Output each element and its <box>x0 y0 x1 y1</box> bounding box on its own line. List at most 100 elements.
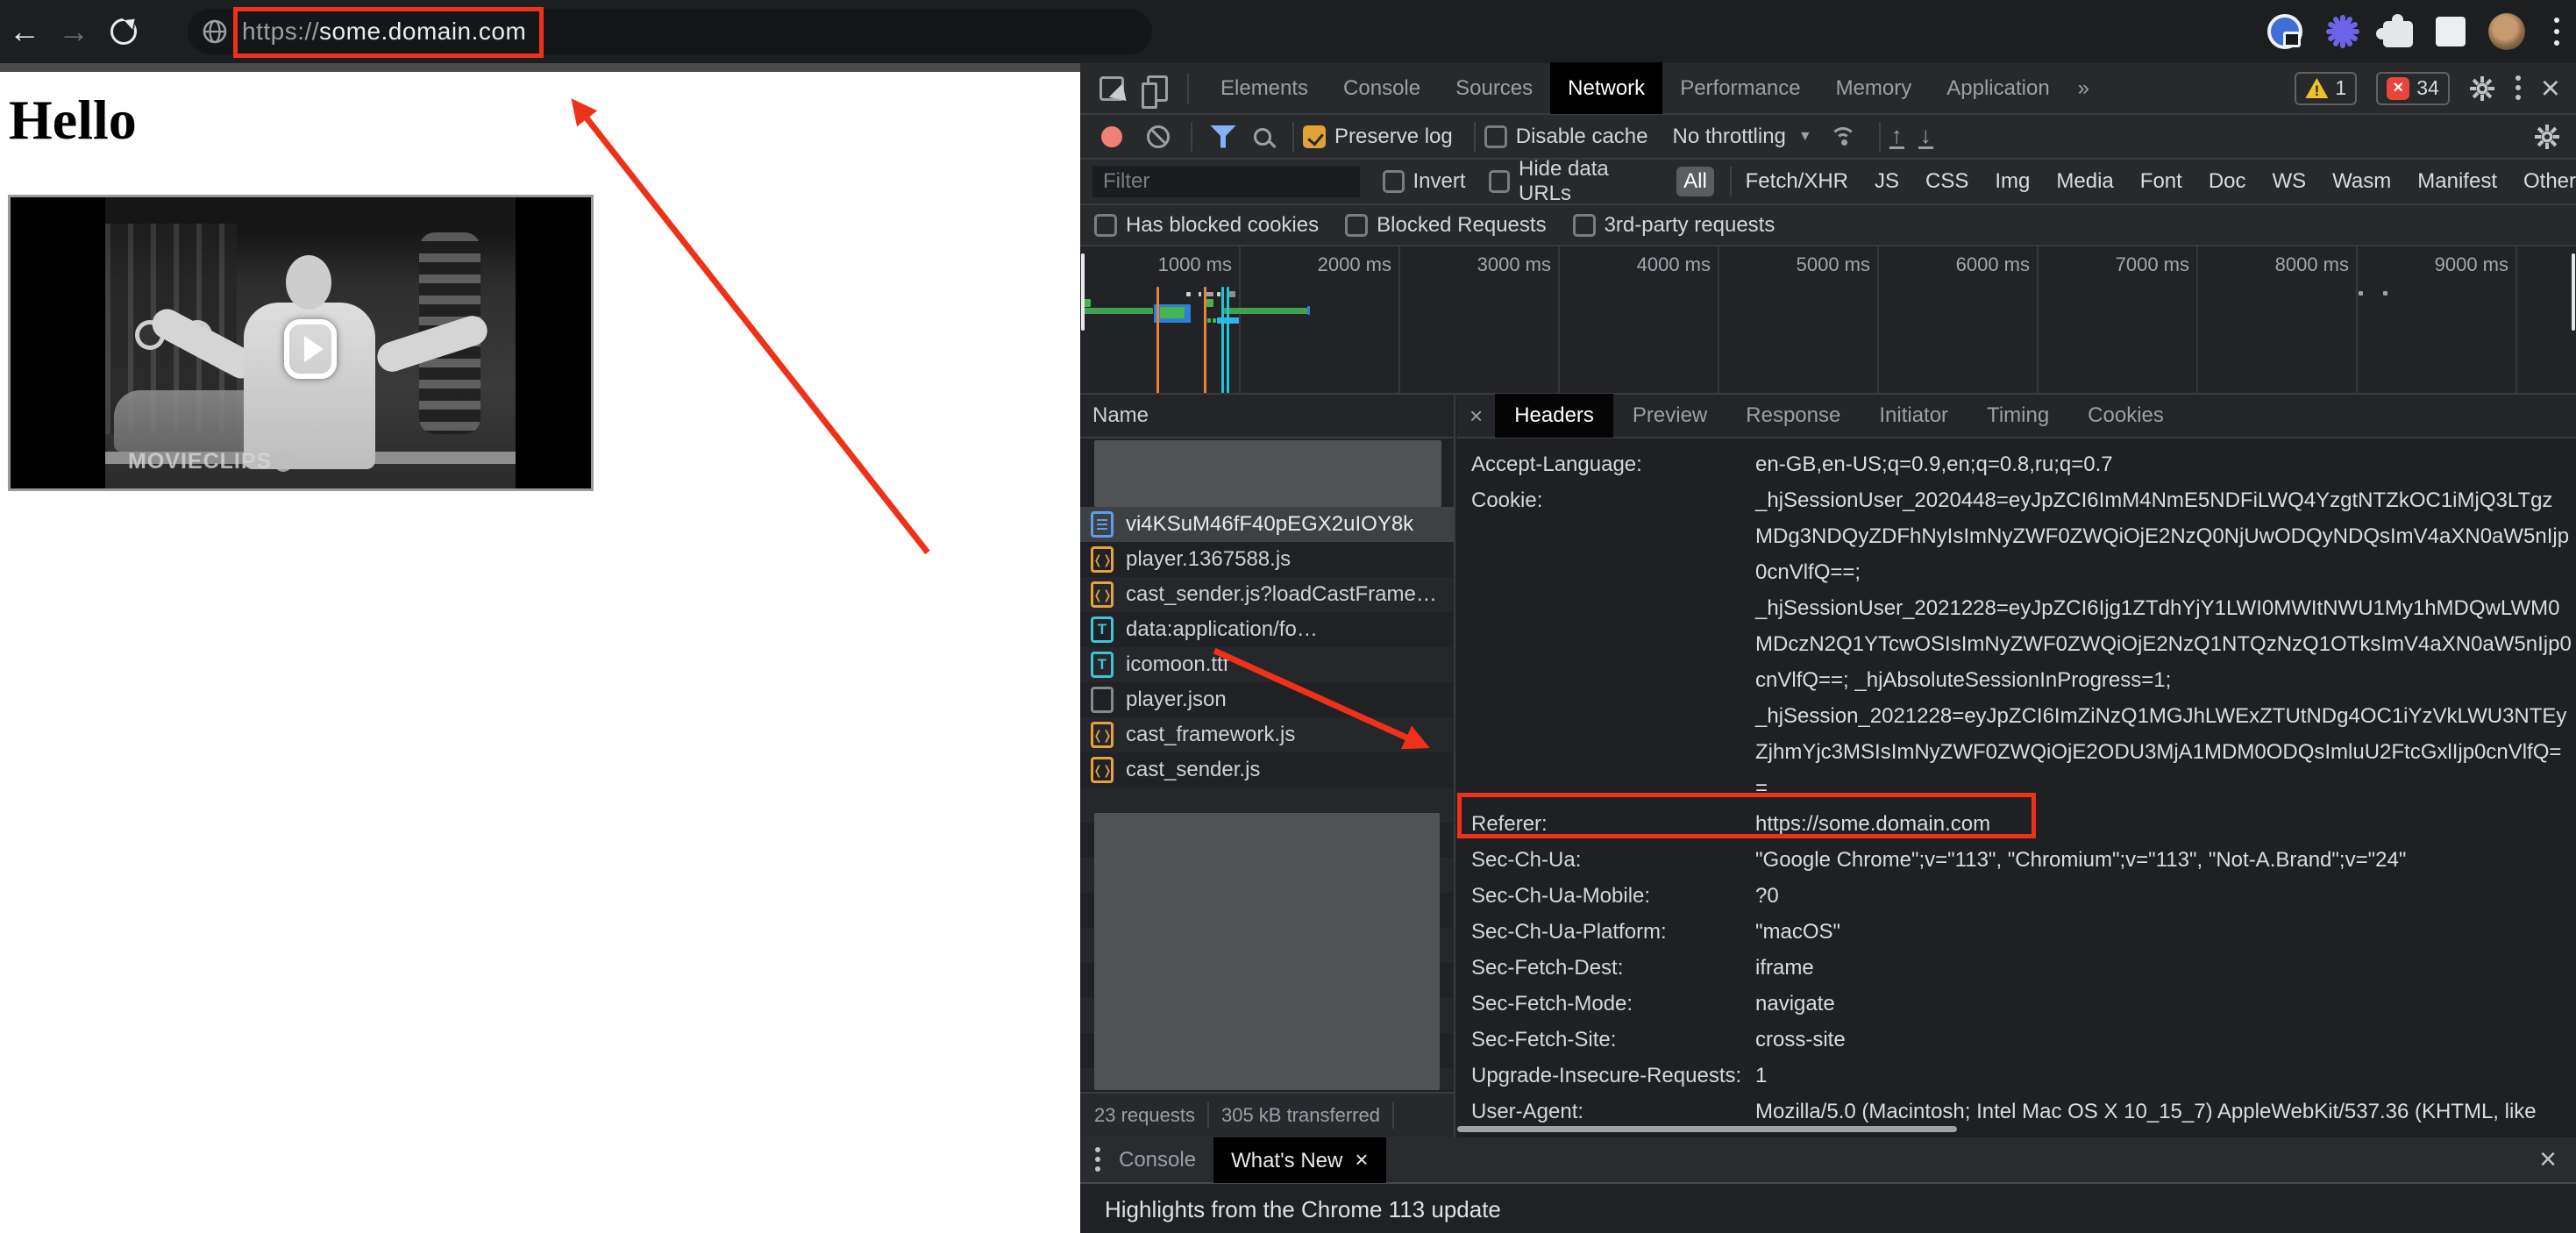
page-top-strip <box>0 63 1080 72</box>
filter-type-manifest[interactable]: Manifest <box>2417 169 2497 194</box>
drawer-tab-console[interactable]: Console <box>1101 1137 1213 1183</box>
filter-input[interactable]: Filter <box>1092 166 1360 197</box>
invert-checkbox[interactable] <box>1383 170 1404 193</box>
request-row[interactable]: T data:application/fo… <box>1080 612 1454 647</box>
export-har-icon[interactable]: ↓ <box>1918 124 1933 149</box>
devtools-tabbar: Elements Console Sources Network Perform… <box>1080 63 2576 115</box>
throttling-select[interactable]: No throttling <box>1672 125 1785 149</box>
filter-type-ws[interactable]: WS <box>2273 169 2307 194</box>
import-har-icon[interactable]: ↑ <box>1889 124 1904 149</box>
filter-type-doc[interactable]: Doc <box>2209 169 2246 194</box>
drawer-close-icon[interactable]: × <box>2539 1143 2576 1177</box>
drawer-tab-whats-new[interactable]: What's New× <box>1213 1137 1385 1183</box>
more-tabs-icon[interactable]: » <box>2067 76 2100 101</box>
tab-performance[interactable]: Performance <box>1662 62 1818 114</box>
preserve-log-label: Preserve log <box>1334 125 1453 149</box>
tab-memory[interactable]: Memory <box>1818 62 1930 114</box>
tab-console[interactable]: Console <box>1326 62 1438 114</box>
whats-new-headline[interactable]: Highlights from the Chrome 113 update <box>1105 1196 1501 1223</box>
reload-icon[interactable] <box>110 18 137 45</box>
tab-network[interactable]: Network <box>1550 62 1662 114</box>
filter-type-img[interactable]: Img <box>1995 169 2030 194</box>
request-count: 23 requests <box>1094 1104 1195 1127</box>
filter-type-fetch-xhr[interactable]: Fetch/XHR <box>1746 169 1848 194</box>
inspect-element-icon[interactable] <box>1099 76 1124 101</box>
network-conditions-icon[interactable] <box>1828 125 1858 148</box>
overview-right-handle[interactable] <box>2572 253 2575 331</box>
play-icon[interactable] <box>284 319 337 379</box>
network-settings-gear-icon[interactable] <box>2534 124 2560 150</box>
tab-initiator[interactable]: Initiator <box>1860 394 1968 438</box>
filter-type-other[interactable]: Other <box>2523 169 2576 194</box>
third-party-requests-label: 3rd-party requests <box>1605 213 1775 238</box>
timeline-tick: 8000 ms <box>2224 253 2349 276</box>
devtools-menu-icon[interactable] <box>2515 74 2522 103</box>
document-icon <box>1091 511 1114 538</box>
script-icon: ❬❭ <box>1091 757 1114 783</box>
profile-avatar[interactable] <box>2488 13 2525 50</box>
network-main: Name vi4KSuM46fF40pEGX2uIOY8k ❬❭ player.… <box>1080 395 2576 1137</box>
tab-cookies[interactable]: Cookies <box>2068 394 2183 438</box>
browser-menu-icon[interactable] <box>2553 14 2560 49</box>
horizontal-scrollbar[interactable] <box>1457 1126 1957 1132</box>
domcontentloaded-marker <box>1156 287 1159 395</box>
disable-cache-label: Disable cache <box>1516 125 1648 149</box>
search-icon[interactable] <box>1254 128 1271 146</box>
filter-type-font[interactable]: Font <box>2140 169 2182 194</box>
password-extension-icon[interactable] <box>2267 14 2302 49</box>
network-overview-timeline[interactable]: 1000 ms 2000 ms 3000 ms 4000 ms 5000 ms … <box>1080 246 2576 395</box>
filter-type-css[interactable]: CSS <box>1925 169 1968 194</box>
request-row[interactable]: ❬❭ cast_framework.js <box>1080 717 1454 752</box>
request-row[interactable]: T icomoon.ttf <box>1080 647 1454 682</box>
timeline-tick: 9000 ms <box>2384 253 2508 276</box>
filter-type-all[interactable]: All <box>1676 167 1714 196</box>
overview-left-handle[interactable] <box>1081 253 1085 331</box>
tab-headers[interactable]: Headers <box>1495 394 1613 438</box>
filter-type-wasm[interactable]: Wasm <box>2332 169 2391 194</box>
forward-icon[interactable]: → <box>49 13 98 50</box>
tab-preview[interactable]: Preview <box>1613 394 1726 438</box>
extensions-puzzle-icon[interactable] <box>2383 21 2413 47</box>
tab-timing[interactable]: Timing <box>1968 394 2068 438</box>
tab-elements[interactable]: Elements <box>1203 62 1326 114</box>
request-row[interactable]: ❬❭ player.1367588.js <box>1080 542 1454 577</box>
filter-type-media[interactable]: Media <box>2056 169 2113 194</box>
redacted-request-block <box>1094 813 1440 1090</box>
clear-icon[interactable] <box>1147 125 1170 148</box>
header-row: Sec-Ch-Ua-Platform: "macOS" <box>1457 914 2576 950</box>
script-icon: ❬❭ <box>1091 546 1114 573</box>
close-whats-new-icon[interactable]: × <box>1355 1146 1368 1172</box>
tab-sources[interactable]: Sources <box>1438 62 1550 114</box>
name-column-header[interactable]: Name <box>1080 395 1454 438</box>
devtools-close-icon[interactable]: × <box>2541 75 2560 102</box>
errors-badge[interactable]: × 34 <box>2376 72 2450 105</box>
video-player[interactable]: MOVIECLIPS.COM <box>8 195 594 491</box>
hide-data-urls-checkbox[interactable] <box>1489 170 1510 193</box>
starburst-extension-icon[interactable] <box>2325 14 2360 49</box>
close-details-icon[interactable]: × <box>1457 403 1495 430</box>
disable-cache-checkbox[interactable] <box>1484 125 1507 148</box>
throttling-dropdown-icon[interactable]: ▼ <box>1798 129 1812 145</box>
request-row[interactable]: ❬❭ cast_sender.js <box>1080 752 1454 788</box>
settings-gear-icon[interactable] <box>2469 75 2495 102</box>
warnings-badge[interactable]: 1 <box>2295 72 2357 105</box>
back-icon[interactable]: ← <box>0 13 49 50</box>
side-panel-icon[interactable] <box>2436 17 2466 46</box>
filter-funnel-icon[interactable] <box>1210 125 1236 148</box>
script-icon: ❬❭ <box>1091 581 1114 608</box>
request-row[interactable]: ❬❭ cast_sender.js?loadCastFrame… <box>1080 577 1454 612</box>
record-icon[interactable] <box>1101 126 1122 147</box>
request-row[interactable]: vi4KSuM46fF40pEGX2uIOY8k <box>1080 507 1454 542</box>
third-party-requests-checkbox[interactable] <box>1573 214 1596 237</box>
request-row[interactable]: player.json <box>1080 682 1454 717</box>
header-row: Sec-Fetch-Dest: iframe <box>1457 950 2576 986</box>
drawer-menu-icon[interactable] <box>1094 1145 1101 1175</box>
tab-application[interactable]: Application <box>1929 62 2067 114</box>
blocked-requests-checkbox[interactable] <box>1345 214 1368 237</box>
filter-type-js[interactable]: JS <box>1875 169 1899 194</box>
load-event-marker <box>1227 287 1229 395</box>
has-blocked-cookies-checkbox[interactable] <box>1094 214 1117 237</box>
tab-response[interactable]: Response <box>1726 394 1860 438</box>
preserve-log-checkbox[interactable] <box>1303 125 1326 148</box>
device-toolbar-icon[interactable] <box>1147 75 1168 102</box>
